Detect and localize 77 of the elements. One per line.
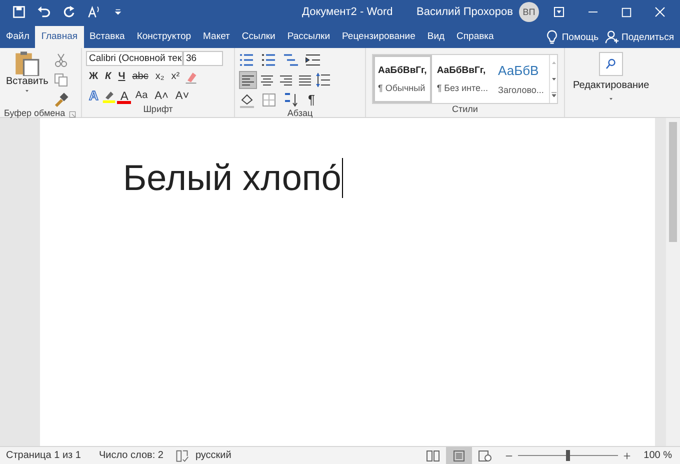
editing-button[interactable]: Редактирование xyxy=(565,48,658,117)
format-button[interactable]: x² xyxy=(168,69,183,85)
window-title: Документ2 - Word xyxy=(302,6,394,18)
format-button[interactable]: abc xyxy=(129,69,152,85)
undo-icon[interactable] xyxy=(36,5,52,19)
line-spacing-icon[interactable] xyxy=(315,72,331,88)
font-button[interactable]: A˅ xyxy=(172,88,192,104)
scissors-icon[interactable] xyxy=(53,52,70,68)
format-button[interactable]: К xyxy=(102,69,114,85)
format-button[interactable]: x₂ xyxy=(152,69,168,85)
font-button[interactable]: A xyxy=(117,88,132,104)
zoom-in-icon[interactable] xyxy=(622,450,632,460)
numbering-icon[interactable] xyxy=(261,52,277,68)
eraser-icon[interactable] xyxy=(184,70,198,84)
document-text[interactable]: Белый хлопо́ xyxy=(123,158,344,198)
language[interactable]: русский xyxy=(195,450,232,461)
highlighter-icon[interactable] xyxy=(102,89,116,103)
close-icon[interactable] xyxy=(654,6,666,18)
print-view-button[interactable] xyxy=(446,447,472,464)
ribbon-tab[interactable]: Вид xyxy=(421,26,451,48)
group-label: Абзац xyxy=(287,108,313,120)
multilevel-list-icon[interactable] xyxy=(283,52,299,68)
font-size-field[interactable]: 36 xyxy=(183,51,223,66)
sort-icon[interactable] xyxy=(283,92,299,108)
copy-icon[interactable] xyxy=(53,72,70,88)
zoom-slider-thumb[interactable] xyxy=(566,450,570,461)
save-icon[interactable] xyxy=(12,5,26,19)
paste-button[interactable]: Вставить xyxy=(4,50,50,108)
web-view-icon xyxy=(478,450,492,462)
shading-icon[interactable] xyxy=(239,92,255,108)
group-label: Шрифт xyxy=(143,104,173,116)
font-button[interactable]: Aa xyxy=(132,88,151,104)
group-label: Буфер обмена xyxy=(4,108,66,120)
style-item[interactable]: АаБбВвГг, ¶ Без инте... xyxy=(432,55,494,103)
scroll-down-icon[interactable] xyxy=(550,75,558,83)
maximize-icon[interactable] xyxy=(621,6,632,18)
user-name[interactable]: Василий Прохоров xyxy=(416,6,513,18)
format-button[interactable]: Ж xyxy=(86,69,102,85)
paintbrush-icon[interactable] xyxy=(53,92,70,108)
ribbon-tab[interactable]: Главная xyxy=(35,26,84,48)
font-name-field[interactable]: Calibri (Основной тек xyxy=(86,51,183,66)
user-avatar[interactable]: ВП xyxy=(519,2,539,22)
read-view-icon xyxy=(426,450,440,462)
font-button[interactable]: A˄ xyxy=(152,88,172,104)
read-aloud-icon[interactable] xyxy=(86,5,102,19)
style-item[interactable]: АаБбВвГг, ¶ Обычный xyxy=(373,55,432,103)
ribbon-tab[interactable]: Конструктор xyxy=(130,26,198,48)
ribbon-tab[interactable]: Ссылки xyxy=(236,26,282,48)
search-icon xyxy=(605,58,618,70)
more-styles-icon[interactable] xyxy=(550,91,558,99)
bullets-icon[interactable] xyxy=(239,52,255,68)
share-button[interactable]: Поделиться xyxy=(604,26,674,48)
proofing-icon[interactable] xyxy=(175,448,190,462)
word-count[interactable]: Число слов: 2 xyxy=(98,450,164,461)
ribbon-tab[interactable]: Файл xyxy=(0,26,36,48)
print-view-icon xyxy=(452,450,466,462)
vertical-scrollbar[interactable] xyxy=(666,118,680,446)
redo-icon[interactable] xyxy=(62,5,76,19)
style-item[interactable]: АаБбВ Заголово... xyxy=(493,55,549,103)
person-icon xyxy=(604,30,619,44)
ribbon-tab[interactable]: Макет xyxy=(197,26,236,48)
ribbon-tab[interactable]: Справка xyxy=(450,26,500,48)
page-count[interactable]: Страница 1 из 1 xyxy=(6,450,81,461)
group-label: Стили xyxy=(452,104,478,116)
ribbon-tab[interactable]: Рецензирование xyxy=(336,26,422,48)
ribbon-display-icon[interactable] xyxy=(553,6,565,18)
ribbon-tab[interactable]: Вставка xyxy=(84,26,131,48)
tell-me-button[interactable]: Помощь xyxy=(544,26,599,48)
ribbon-tab[interactable]: Рассылки xyxy=(281,26,336,48)
dialog-launcher-icon[interactable] xyxy=(68,110,78,119)
format-button[interactable]: Ч xyxy=(115,69,128,85)
indent-icon[interactable] xyxy=(305,52,321,68)
show-marks-button[interactable]: ¶ xyxy=(305,92,318,108)
lightbulb-icon xyxy=(544,30,559,44)
borders-icon[interactable] xyxy=(261,92,277,108)
align-button[interactable] xyxy=(239,71,257,89)
zoom-level[interactable]: 100 % xyxy=(644,450,672,461)
